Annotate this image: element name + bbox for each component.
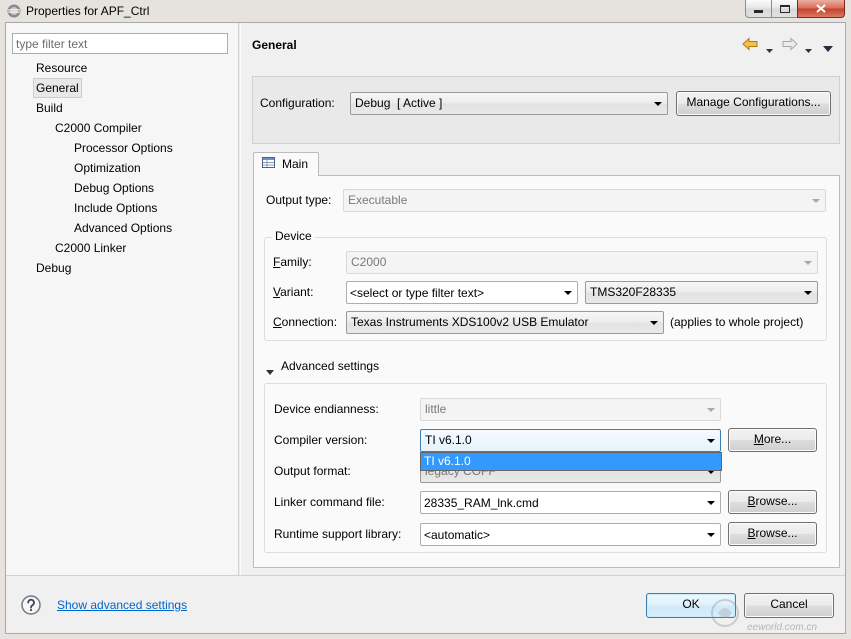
tree-item-build[interactable]: Build bbox=[33, 98, 66, 118]
tab-label: Main bbox=[282, 157, 309, 171]
variant-label-text: Variant: bbox=[273, 285, 314, 299]
eclipse-icon bbox=[6, 3, 22, 22]
chevron-down-icon bbox=[707, 408, 715, 412]
footer-divider bbox=[6, 575, 845, 576]
chevron-down-icon bbox=[650, 321, 658, 325]
runtime-library-label: Runtime support library: bbox=[274, 527, 402, 541]
view-menu-icon[interactable] bbox=[823, 41, 833, 55]
output-format-label: Output format: bbox=[274, 464, 351, 478]
compiler-version-dropdown-list: TI v6.1.0 bbox=[420, 452, 722, 471]
cancel-button[interactable]: Cancel bbox=[744, 593, 834, 618]
linker-command-file-input[interactable] bbox=[421, 492, 703, 513]
family-select: C2000 bbox=[346, 251, 818, 274]
chevron-down-icon bbox=[654, 102, 662, 106]
minimize-icon bbox=[754, 10, 763, 13]
tree-item-advanced-options[interactable]: Advanced Options bbox=[71, 218, 175, 238]
chevron-down-icon bbox=[564, 291, 572, 295]
variant-label: Variant: bbox=[273, 285, 313, 299]
output-type-select: Executable bbox=[343, 189, 826, 212]
window-title: Properties for APF_Ctrl bbox=[26, 4, 150, 18]
linker-command-file-combo[interactable] bbox=[420, 491, 721, 514]
linker-command-file-dropdown-button[interactable] bbox=[703, 492, 720, 513]
device-group-label: Device bbox=[272, 229, 315, 243]
chevron-down-icon bbox=[812, 199, 820, 203]
close-button[interactable] bbox=[797, 0, 845, 18]
output-type-label: Output type: bbox=[266, 193, 332, 207]
maximize-button[interactable] bbox=[771, 0, 798, 18]
title-bar: Properties for APF_Ctrl bbox=[0, 0, 851, 22]
tree-item-general[interactable]: General bbox=[33, 78, 82, 98]
browse-linker-button[interactable]: Browse... bbox=[728, 490, 817, 514]
advanced-settings-toggle[interactable]: Advanced settings bbox=[281, 359, 379, 373]
compiler-version-select[interactable]: TI v6.1.0 bbox=[420, 429, 721, 452]
connection-select[interactable]: Texas Instruments XDS100v2 USB Emulator bbox=[346, 311, 664, 334]
close-icon bbox=[816, 4, 826, 13]
chevron-down-icon bbox=[707, 439, 715, 443]
dropdown-option[interactable]: TI v6.1.0 bbox=[421, 453, 721, 470]
page-title: General bbox=[252, 38, 297, 52]
family-label: Family: bbox=[273, 255, 312, 269]
watermark-text: eeworld.com.cn bbox=[747, 622, 818, 633]
connection-value: Texas Instruments XDS100v2 USB Emulator bbox=[351, 315, 589, 329]
tree-item-c2000-linker[interactable]: C2000 Linker bbox=[52, 238, 129, 258]
minimize-button[interactable] bbox=[745, 0, 772, 18]
tree-item-include-options[interactable]: Include Options bbox=[71, 198, 160, 218]
runtime-library-input[interactable] bbox=[421, 524, 703, 545]
chevron-down-icon bbox=[804, 261, 812, 265]
output-type-value: Executable bbox=[348, 193, 408, 207]
forward-history-dropdown-icon[interactable] bbox=[805, 42, 812, 56]
button-label: Browse... bbox=[747, 526, 798, 540]
connection-note: (applies to whole project) bbox=[670, 315, 804, 329]
configuration-select[interactable]: Debug [ Active ] bbox=[350, 92, 668, 115]
chevron-down-icon[interactable] bbox=[266, 364, 274, 378]
button-label: More... bbox=[753, 432, 792, 446]
tree-item-c2000-compiler[interactable]: C2000 Compiler bbox=[52, 118, 145, 138]
forward-arrow-icon[interactable] bbox=[782, 37, 798, 54]
chevron-down-icon bbox=[804, 291, 812, 295]
back-history-dropdown-icon[interactable] bbox=[766, 42, 773, 56]
button-label: Cancel bbox=[770, 597, 808, 611]
maximize-icon bbox=[780, 5, 790, 13]
button-label: OK bbox=[682, 597, 700, 611]
chevron-down-icon bbox=[707, 501, 715, 505]
variant-filter-input[interactable] bbox=[347, 282, 560, 303]
runtime-library-dropdown-button[interactable] bbox=[703, 524, 720, 545]
linker-command-file-label: Linker command file: bbox=[274, 495, 385, 509]
runtime-library-combo[interactable] bbox=[420, 523, 721, 546]
more-button[interactable]: More... bbox=[728, 428, 817, 452]
tree-item-optimization[interactable]: Optimization bbox=[71, 158, 144, 178]
tree-item-processor-options[interactable]: Processor Options bbox=[71, 138, 176, 158]
button-label: Manage Configurations... bbox=[686, 95, 821, 109]
back-arrow-icon[interactable] bbox=[742, 37, 758, 54]
family-label-text: Family: bbox=[273, 255, 312, 269]
tree-item-debug-options[interactable]: Debug Options bbox=[71, 178, 157, 198]
table-icon bbox=[262, 157, 275, 171]
configuration-label: Configuration: bbox=[260, 96, 335, 110]
pane-sash[interactable] bbox=[238, 23, 241, 575]
show-advanced-settings-link[interactable]: Show advanced settings bbox=[57, 598, 187, 612]
button-label: Browse... bbox=[747, 494, 798, 508]
configuration-value: Debug [ Active ] bbox=[355, 96, 443, 110]
connection-label: Connection: bbox=[273, 315, 337, 329]
watermark-logo bbox=[710, 598, 740, 631]
chevron-down-icon bbox=[707, 533, 715, 537]
endianness-label: Device endianness: bbox=[274, 402, 379, 416]
filter-input[interactable] bbox=[12, 33, 228, 54]
manage-configurations-button[interactable]: Manage Configurations... bbox=[676, 91, 831, 116]
endianness-select: little bbox=[420, 398, 721, 421]
compiler-version-value: TI v6.1.0 bbox=[425, 433, 472, 447]
variant-filter-combo[interactable] bbox=[346, 281, 578, 304]
tree-item-resource[interactable]: Resource bbox=[33, 58, 90, 78]
help-icon[interactable] bbox=[21, 595, 41, 618]
variant-filter-dropdown-button[interactable] bbox=[560, 282, 577, 303]
variant-value: TMS320F28335 bbox=[590, 285, 677, 299]
tree-item-debug[interactable]: Debug bbox=[33, 258, 74, 278]
tab-main[interactable]: Main bbox=[253, 152, 319, 176]
variant-select[interactable]: TMS320F28335 bbox=[585, 281, 818, 304]
connection-label-text: Connection: bbox=[273, 315, 338, 329]
browse-runtime-library-button[interactable]: Browse... bbox=[728, 522, 817, 546]
family-value: C2000 bbox=[351, 255, 387, 269]
compiler-version-label: Compiler version: bbox=[274, 433, 368, 447]
endianness-value: little bbox=[425, 402, 447, 416]
